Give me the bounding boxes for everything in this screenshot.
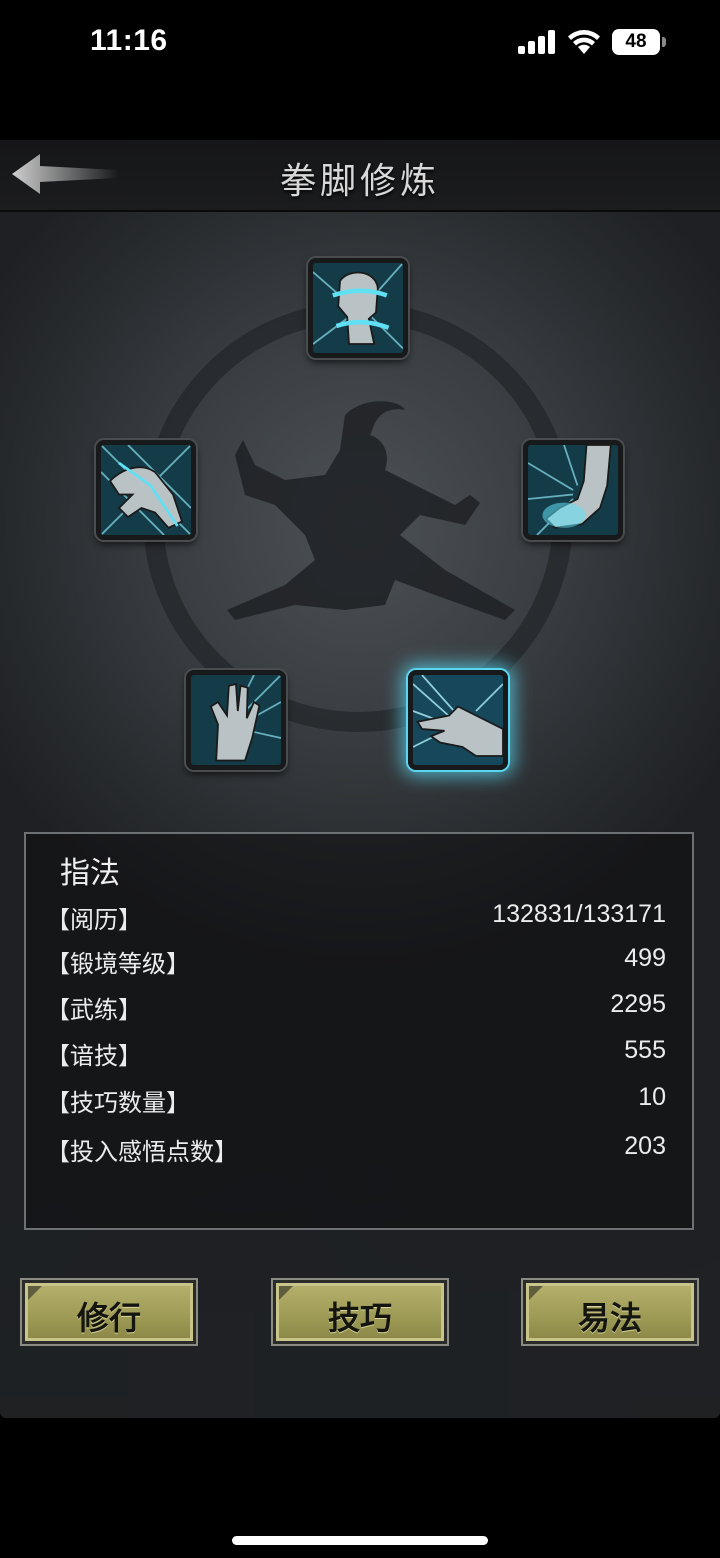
skill-kick-button[interactable] — [523, 440, 623, 540]
stat-row: 【阅历】 132831/133171 — [46, 900, 666, 940]
battery-level: 48 — [612, 29, 660, 55]
claw-skill-icon — [101, 445, 191, 535]
fist-skill-icon — [313, 263, 403, 353]
stat-value: 2295 — [610, 990, 666, 1018]
train-button-label: 修行 — [76, 1299, 141, 1337]
stat-value: 132831/133171 — [492, 900, 666, 928]
page-title: 拳脚修炼 — [279, 161, 440, 202]
change-method-button-label: 易法 — [577, 1299, 642, 1337]
stat-value: 203 — [624, 1132, 666, 1160]
stat-row: 【锻境等级】 499 — [46, 944, 666, 984]
cellular-signal-icon — [518, 30, 558, 54]
battery-cap-icon — [662, 37, 666, 47]
stat-row: 【谙技】 555 — [46, 1036, 666, 1076]
skill-claw-button[interactable] — [96, 440, 196, 540]
skill-finger-button[interactable] — [408, 670, 508, 770]
technique-button-label: 技巧 — [327, 1299, 392, 1337]
martial-artist-silhouette — [227, 401, 515, 620]
status-time: 11:16 — [90, 24, 168, 57]
status-bar: 11:16 48 — [0, 0, 720, 90]
stat-label: 【武练】 — [46, 996, 142, 1024]
wifi-icon — [568, 30, 600, 54]
palm-skill-icon — [191, 675, 281, 765]
kick-skill-icon — [528, 445, 618, 535]
stat-value: 555 — [624, 1036, 666, 1064]
skill-info-panel: 指法 【阅历】 132831/133171 【锻境等级】 499 【武练】 22… — [24, 832, 694, 1230]
train-button[interactable]: 修行 — [20, 1278, 198, 1346]
stat-row: 【武练】 2295 — [46, 990, 666, 1030]
stat-label: 【投入感悟点数】 — [46, 1138, 238, 1166]
stat-value: 499 — [624, 944, 666, 972]
stat-row: 【技巧数量】 10 — [46, 1083, 666, 1123]
stat-label: 【技巧数量】 — [46, 1089, 190, 1117]
finger-skill-icon — [413, 675, 503, 765]
skill-name: 指法 — [60, 856, 120, 891]
stat-label: 【锻境等级】 — [46, 950, 190, 978]
stat-value: 10 — [638, 1083, 666, 1111]
skill-palm-button[interactable] — [186, 670, 286, 770]
home-indicator[interactable] — [232, 1536, 488, 1545]
technique-button[interactable]: 技巧 — [271, 1278, 449, 1346]
stat-label: 【谙技】 — [46, 1042, 142, 1070]
header-bar: 拳脚修炼 — [0, 140, 720, 212]
training-screen: 拳脚修炼 指法 【阅历】 132831/133171 【锻境等级】 499 【武… — [0, 140, 720, 1418]
stat-label: 【阅历】 — [46, 906, 142, 934]
skill-fist-button[interactable] — [308, 258, 408, 358]
stat-row: 【投入感悟点数】 203 — [46, 1132, 666, 1172]
change-method-button[interactable]: 易法 — [521, 1278, 699, 1346]
